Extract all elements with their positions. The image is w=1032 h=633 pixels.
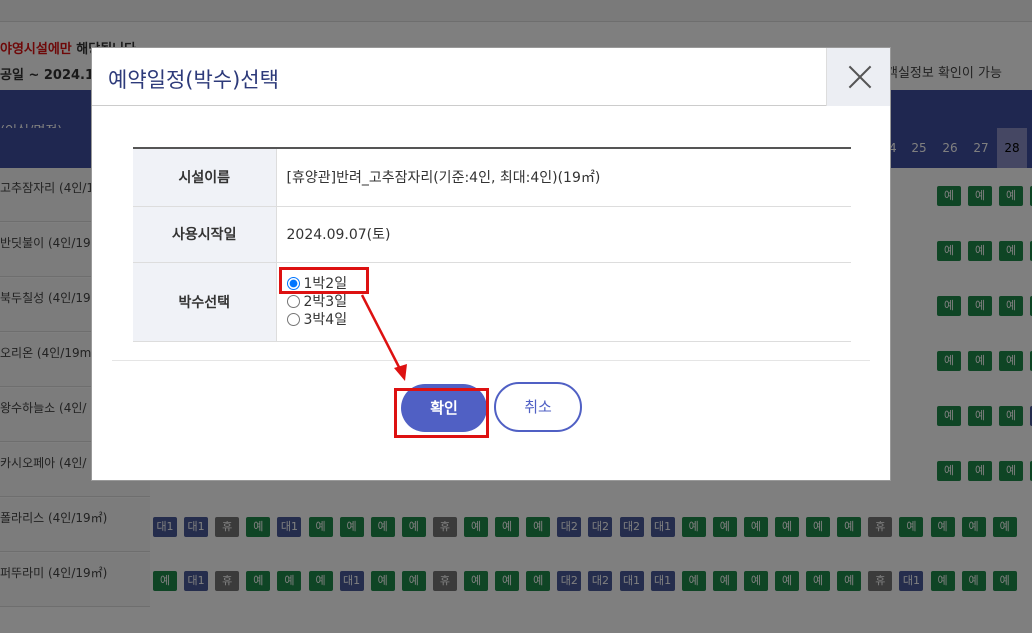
annotation-arrow-icon [360,294,407,381]
nights-selection-dialog: 예약일정(박수)선택 시설이름 [휴양관]반려_고추잠자리(기준:4인, 최대:… [91,47,891,481]
